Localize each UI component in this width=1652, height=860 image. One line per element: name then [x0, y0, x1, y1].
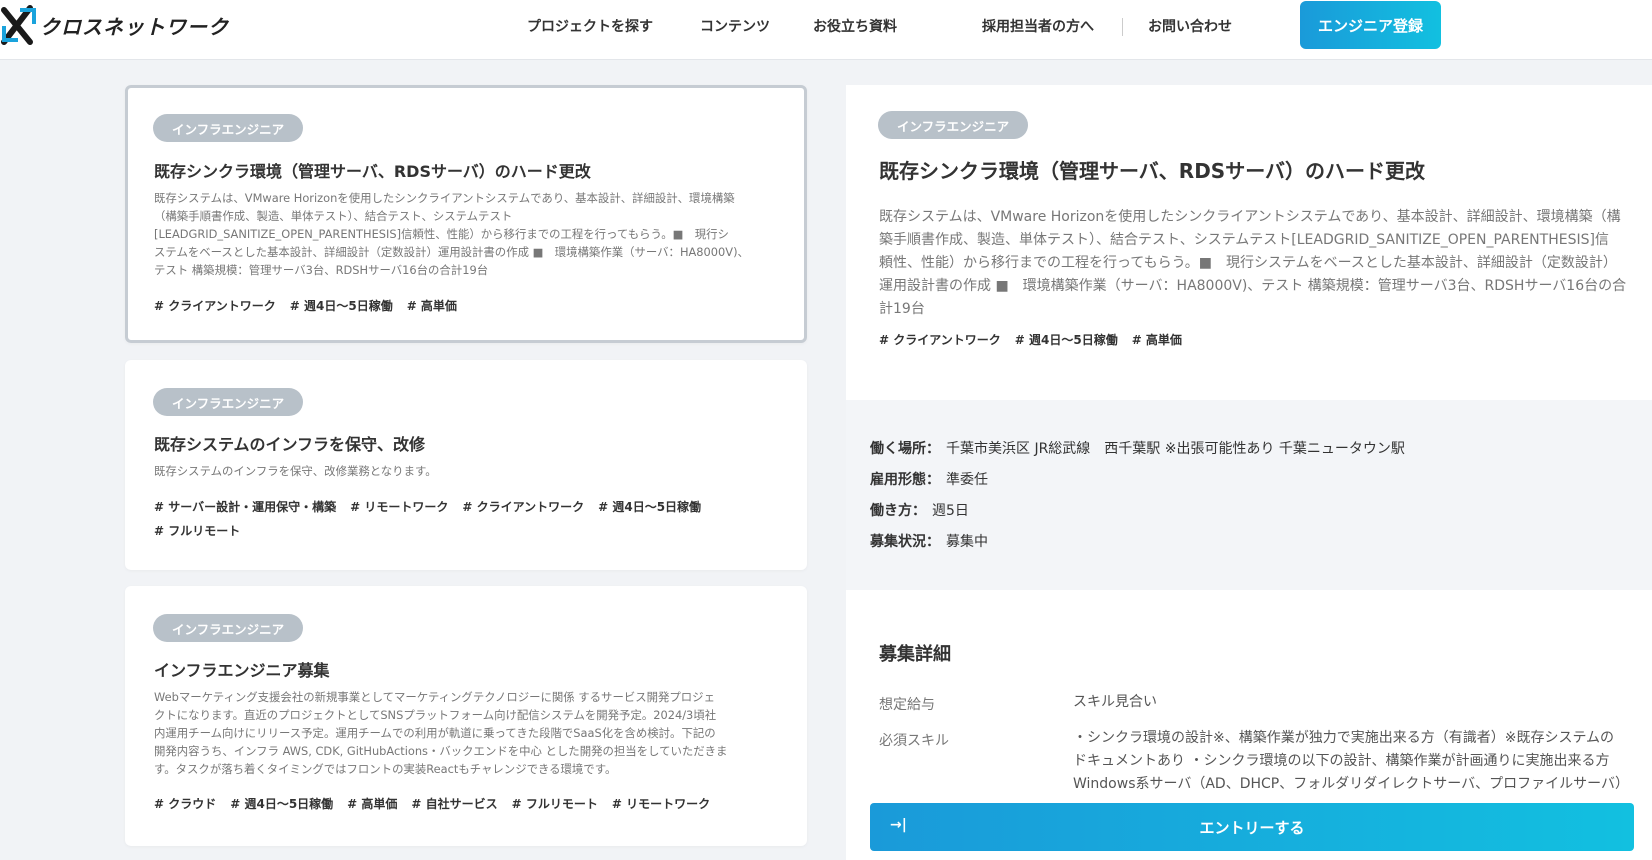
tag-list: # クライアントワーク # 週4日～5日稼働 # 高単価: [154, 294, 784, 318]
detail-description: 既存システムは、VMware Horizonを使用したシンクライアントシステムで…: [879, 206, 1629, 321]
project-title[interactable]: インフラエンジニア募集: [154, 657, 330, 681]
tag[interactable]: # 週4日～5日稼働: [598, 495, 701, 519]
tag[interactable]: # 週4日～5日稼働: [230, 792, 333, 816]
description-line: 運用設計書の作成 ■ 環境構築作業（サーバ：HA8000V)、テスト 構築規模：…: [879, 278, 1627, 294]
project-detail-panel: インフラエンジニア 既存シンクラ環境（管理サーバ、RDSサーバ）のハード更改 既…: [846, 85, 1652, 860]
detail-info-block: 働く場所： 千葉市美浜区 JR総武線 西千葉駅 ※出張可能性あり 千葉ニュータウン…: [846, 400, 1652, 590]
project-title[interactable]: 既存シンクラ環境（管理サーバ、RDSサーバ）のハード更改: [154, 158, 591, 182]
main-nav: プロジェクトを探す コンテンツ お役立ち資料 採用担当者の方へ お問い合わせ エ…: [0, 0, 1652, 50]
project-card[interactable]: インフラエンジニア 既存システムのインフラを保守、改修 既存システムのインフラを…: [125, 360, 807, 570]
info-value: 準委任: [946, 472, 988, 488]
description-line: 開発内容うち、インフラ AWS, CDK, GitHubActions・バックエ…: [154, 744, 728, 758]
nav-item-recruiters[interactable]: 採用担当者の方へ: [982, 16, 1094, 36]
description-line: す。タスクが落ち着くタイミングではフロントの実装Reactもチャレンジできる環境…: [154, 762, 617, 776]
info-value: 週5日: [932, 503, 969, 519]
description-line: 既存システムは、VMware Horizonを使用したシンクライアントシステムで…: [154, 191, 735, 205]
tag[interactable]: # クラウド: [154, 792, 216, 816]
spec-line: ドキュメントあり ・シンクラ環境の以下の設計、構築作業が計画通りに実施出来る方: [1073, 753, 1610, 769]
tag-list: # サーバー設計・運用保守・構築 # リモートワーク # クライアントワーク # 週4…: [154, 495, 784, 543]
tag[interactable]: # フルリモート: [512, 792, 598, 816]
spec-line: Windows系サーバ（AD、DHCP、フォルダリダイレクトサーバ、プロファイル…: [1073, 776, 1629, 792]
description-line: Webマーケティング支援会社の新規事業としてマーケティングテクノロジーに関係 す…: [154, 690, 715, 704]
info-label: 働き方：: [870, 503, 926, 519]
description-line: テスト 構築規模：管理サーバ3台、RDSHサーバ16台の合計19台: [154, 263, 489, 277]
spec-label-required-skills: 必須スキル: [879, 733, 949, 749]
description-line: ステムをベースとした基本設計、詳細設計（定数設計）運用設計書の作成 ■ 環境構築…: [154, 245, 749, 259]
category-chip: インフラエンジニア: [153, 388, 304, 416]
tag-list: # クライアントワーク # 週4日～5日稼働 # 高単価: [879, 328, 1619, 352]
tag[interactable]: # 週4日～5日稼働: [290, 294, 393, 318]
nav-item-projects[interactable]: プロジェクトを探す: [527, 16, 653, 36]
section-title: 募集詳細: [879, 644, 951, 665]
info-value: 千葉市美浜区 JR総武線 西千葉駅 ※出張可能性あり 千葉ニュータウン駅: [946, 441, 1405, 457]
spec-label-salary: 想定給与: [879, 697, 935, 713]
entry-arrow-icon: →|: [890, 817, 907, 833]
spec-line: ・シンクラ環境の設計※、構築作業が独力で実施出来る方（有識者）※既存システムの: [1073, 730, 1615, 746]
detail-title: 既存シンクラ環境（管理サーバ、RDSサーバ）のハード更改: [879, 159, 1426, 183]
description-line: [LEADGRID_SANITIZE_OPEN_PARENTHESIS]信頼性、…: [154, 227, 729, 241]
nav-item-contents[interactable]: コンテンツ: [700, 16, 770, 36]
spec-value-salary: スキル見合い: [1073, 691, 1633, 714]
spec-line: スキル見合い: [1073, 694, 1157, 710]
engineer-register-button[interactable]: エンジニア登録: [1300, 1, 1441, 49]
project-title[interactable]: 既存システムのインフラを保守、改修: [154, 431, 425, 455]
project-description: 既存システムのインフラを保守、改修業務となります。: [154, 462, 784, 480]
tag[interactable]: # 高単価: [347, 792, 397, 816]
nav-divider: [1122, 18, 1123, 36]
info-recruit-status: 募集状況： 募集中: [870, 531, 988, 551]
project-description: 既存システムは、VMware Horizonを使用したシンクライアントシステムで…: [154, 189, 784, 279]
info-label: 募集状況：: [870, 534, 940, 550]
description-line: 内運用チーム向けにリリース予定。運用チームでの利用が軌道に乗ってきた段階でSaa…: [154, 726, 716, 740]
tag[interactable]: # 自社サービス: [411, 792, 497, 816]
entry-button-label: エントリーする: [1199, 818, 1305, 837]
tag[interactable]: # リモートワーク: [612, 792, 710, 816]
spec-value-required-skills: ・シンクラ環境の設計※、構築作業が独力で実施出来る方（有識者）※既存システムの …: [1073, 727, 1633, 796]
tag[interactable]: # 高単価: [407, 294, 457, 318]
info-location: 働く場所： 千葉市美浜区 JR総武線 西千葉駅 ※出張可能性あり 千葉ニュータウン…: [870, 438, 1405, 458]
detail-summary: インフラエンジニア 既存シンクラ環境（管理サーバ、RDSサーバ）のハード更改 既…: [846, 85, 1652, 400]
info-label: 働く場所：: [870, 441, 940, 457]
description-line: 計19台: [879, 301, 925, 317]
tag[interactable]: # リモートワーク: [350, 495, 448, 519]
tag[interactable]: # クライアントワーク: [462, 495, 584, 519]
category-chip: インフラエンジニア: [153, 614, 304, 642]
project-card[interactable]: インフラエンジニア インフラエンジニア募集 Webマーケティング支援会社の新規事…: [125, 586, 807, 846]
description-line: クトになります。直近のプロジェクトとしてSNSプラットフォーム向け配信システムを…: [154, 708, 717, 722]
tag[interactable]: # サーバー設計・運用保守・構築: [154, 495, 336, 519]
category-chip: インフラエンジニア: [153, 114, 304, 142]
info-value: 募集中: [946, 534, 988, 550]
info-work-style: 働き方： 週5日: [870, 500, 969, 520]
tag[interactable]: # 高単価: [1132, 328, 1182, 352]
tag[interactable]: # クライアントワーク: [154, 294, 276, 318]
description-line: 築手順書作成、製造、単体テスト）、結合テスト、システムテスト[LEADGRID_…: [879, 232, 1609, 248]
info-employment-type: 雇用形態： 準委任: [870, 469, 988, 489]
nav-item-resources[interactable]: お役立ち資料: [813, 16, 897, 36]
info-label: 雇用形態：: [870, 472, 940, 488]
project-card[interactable]: インフラエンジニア 既存シンクラ環境（管理サーバ、RDSサーバ）のハード更改 既…: [125, 85, 807, 343]
category-chip: インフラエンジニア: [878, 111, 1029, 139]
entry-button[interactable]: →| エントリーする: [870, 803, 1634, 851]
tag-list: # クラウド # 週4日～5日稼働 # 高単価 # 自社サービス # フルリモート # リ…: [154, 792, 784, 816]
description-line: 頼性、性能）から移行までの工程を行ってもらう。■ 現行システムをベースとした基本…: [879, 255, 1617, 271]
description-line: （構築手順書作成、製造、単体テスト）、結合テスト、システムテスト: [154, 209, 513, 223]
tag[interactable]: # クライアントワーク: [879, 328, 1001, 352]
description-line: 既存システムは、VMware Horizonを使用したシンクライアントシステムで…: [879, 209, 1621, 225]
project-description: Webマーケティング支援会社の新規事業としてマーケティングテクノロジーに関係 す…: [154, 688, 784, 778]
tag[interactable]: # 週4日～5日稼働: [1015, 328, 1118, 352]
nav-item-contact[interactable]: お問い合わせ: [1148, 16, 1232, 36]
tag[interactable]: # フルリモート: [154, 519, 240, 543]
description-line: 既存システムのインフラを保守、改修業務となります。: [154, 464, 437, 478]
site-header: クロスネットワーク プロジェクトを探す コンテンツ お役立ち資料 採用担当者の方…: [0, 0, 1652, 60]
